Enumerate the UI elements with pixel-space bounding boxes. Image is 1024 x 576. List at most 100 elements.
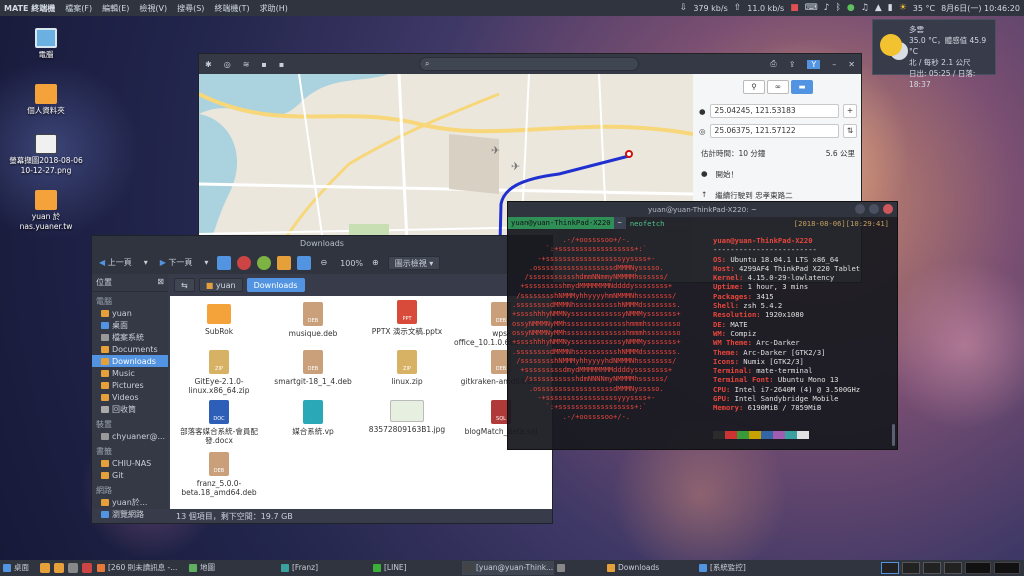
desktop-icon-screenshot[interactable]: 螢幕擷圖2018-08-06 10-12-27.png	[8, 134, 84, 176]
file-item[interactable]: DEB musique.deb	[266, 302, 360, 338]
home-icon[interactable]	[277, 256, 292, 270]
route-from-input[interactable]: 25.04245, 121.53183	[709, 104, 839, 118]
sidebar-item-music[interactable]: Music	[92, 367, 168, 379]
launcher-icon[interactable]	[54, 563, 64, 573]
cpu-monitor-graph[interactable]	[965, 562, 991, 574]
file-item[interactable]: DOC 部落客媒合系統-會員配發.docx	[172, 400, 266, 445]
route-step[interactable]: ● 開始！	[701, 169, 855, 180]
temperature-label[interactable]: 35 °C	[913, 4, 935, 13]
sidebar-item-downloads[interactable]: Downloads	[92, 355, 168, 367]
volume-icon[interactable]: ♪	[824, 3, 830, 13]
menu-search[interactable]: 搜尋(S)	[172, 3, 209, 14]
stop-icon[interactable]	[237, 256, 252, 270]
route-to-input[interactable]: 25.06375, 121.57122	[709, 124, 839, 138]
file-item[interactable]: 83572809163B1.jpg	[360, 400, 454, 434]
sidebar-item-device[interactable]: chyuaner@...	[92, 430, 168, 442]
sidebar-item-videos[interactable]: Videos	[92, 391, 168, 403]
forward-button[interactable]: ▶ 下一頁	[157, 256, 196, 270]
sidebar-item-documents[interactable]: Documents	[92, 343, 168, 355]
chat-icon[interactable]: ●	[847, 3, 855, 13]
sidebar-item-git[interactable]: Git	[92, 469, 168, 481]
minimize-button[interactable]	[855, 204, 865, 214]
add-waypoint-button[interactable]: +	[843, 104, 857, 118]
app-name-menu[interactable]: MATE 終端機	[0, 3, 60, 14]
clock[interactable]: 8月6日(一) 10:46:20	[941, 3, 1020, 14]
workspace-4[interactable]	[944, 562, 962, 574]
sidebar-item-filesystem[interactable]: 檔案系統	[92, 331, 168, 343]
back-dropdown-icon[interactable]: ▾	[141, 256, 151, 270]
task-terminal[interactable]: [yuan@yuan-Think...	[462, 561, 554, 575]
forward-dropdown-icon[interactable]: ▾	[201, 256, 211, 270]
app-indicator-icon[interactable]: ■	[790, 3, 799, 13]
network-icon[interactable]: ▲	[875, 3, 882, 13]
location-icon[interactable]: ◎	[224, 60, 231, 69]
sidebar-header[interactable]: 位置 ⊠	[92, 274, 168, 292]
layers-icon[interactable]: ≋	[243, 60, 250, 69]
menu-view[interactable]: 檢視(V)	[134, 3, 172, 14]
memory-monitor-graph[interactable]	[994, 562, 1020, 574]
bluetooth-icon[interactable]: ᛒ	[835, 3, 840, 13]
reload-icon[interactable]	[257, 256, 272, 270]
weather-icon[interactable]: ☀	[899, 3, 907, 13]
task-downloads[interactable]: Downloads	[604, 561, 696, 575]
route-toggle-icon[interactable]: Y	[807, 59, 821, 69]
zoom-out-icon[interactable]: ⊖	[317, 256, 330, 270]
sidebar-item-network-share[interactable]: yuan於...	[92, 496, 168, 508]
show-desktop-button[interactable]: 桌面	[0, 561, 38, 575]
file-item[interactable]: 媒合系統.vp	[266, 400, 360, 436]
menu-terminal[interactable]: 終端機(T)	[209, 3, 254, 14]
launcher-icon[interactable]	[82, 563, 92, 573]
map-search-input[interactable]: ⌕	[419, 57, 639, 71]
reverse-route-button[interactable]: ⇅	[843, 124, 857, 138]
workspace-3[interactable]	[923, 562, 941, 574]
sidebar-item-nas[interactable]: CHIU-NAS	[92, 457, 168, 469]
battery-icon[interactable]: ▮	[888, 3, 893, 13]
back-button[interactable]: ◀ 上一頁	[96, 256, 135, 270]
close-icon[interactable]: ✕	[848, 60, 855, 69]
launcher-icon[interactable]	[68, 563, 78, 573]
task-line[interactable]: [LINE]	[370, 561, 462, 575]
desktop-icon-network-share[interactable]: yuan 於 nas.yuaner.tw	[8, 190, 84, 232]
maximize-button[interactable]	[869, 204, 879, 214]
task-system-monitor[interactable]: [系統監控]	[696, 561, 788, 575]
share-icon[interactable]: ⇪	[789, 60, 796, 69]
desktop-icon-computer[interactable]: 電腦	[8, 28, 84, 60]
menu-edit[interactable]: 編輯(E)	[97, 3, 134, 14]
walk-mode-icon[interactable]: ⚲	[743, 80, 765, 94]
file-item[interactable]: PPT PPTX 演示文稿.pptx	[360, 300, 454, 336]
task-franz[interactable]: [Franz]	[278, 561, 370, 575]
sidebar-item-browse-network[interactable]: 瀏覽網路	[92, 508, 168, 520]
route-step[interactable]: ↑ 繼續行駛到 忠孝東路二	[701, 190, 855, 201]
toggle-path-button[interactable]: ⇆	[174, 278, 195, 292]
settings-icon[interactable]: ✱	[205, 60, 212, 69]
print-icon[interactable]: ⎙	[770, 59, 776, 69]
sidebar-item-trash[interactable]: 回收筒	[92, 403, 168, 415]
menu-file[interactable]: 檔案(F)	[60, 3, 97, 14]
workspace-1[interactable]	[881, 562, 899, 574]
menu-help[interactable]: 求助(H)	[255, 3, 293, 14]
minimize-icon[interactable]: –	[832, 60, 836, 69]
zoom-in-icon[interactable]: ⊕	[369, 256, 382, 270]
tiles-icon[interactable]: ▪	[261, 60, 266, 69]
file-item[interactable]: ZIP linux.zip	[360, 350, 454, 386]
bike-mode-icon[interactable]: ∞	[767, 80, 789, 94]
breadcrumb-downloads[interactable]: Downloads	[246, 278, 305, 292]
task-blank[interactable]	[554, 561, 604, 575]
up-icon[interactable]	[217, 256, 232, 270]
keyboard-icon[interactable]: ⌨	[805, 3, 818, 13]
close-button[interactable]	[883, 204, 893, 214]
workspace-2[interactable]	[902, 562, 920, 574]
breadcrumb-yuan[interactable]: ■ yuan	[198, 278, 243, 292]
file-item[interactable]: ZIP GitEye-2.1.0-linux.x86_64.zip	[172, 350, 266, 395]
favorites-icon[interactable]: ▪	[279, 60, 284, 69]
launcher-icon[interactable]	[40, 563, 50, 573]
view-mode-select[interactable]: 圖示檢視 ▾	[387, 256, 441, 270]
sidebar-item-desktop[interactable]: 桌面	[92, 319, 168, 331]
terminal-scrollbar[interactable]	[892, 424, 895, 446]
car-mode-icon[interactable]: ▬	[791, 80, 813, 94]
file-item[interactable]: SubRok	[172, 304, 266, 336]
computer-icon[interactable]	[297, 256, 312, 270]
desktop-icon-home[interactable]: 個人資料夾	[8, 84, 84, 116]
task-browser[interactable]: [260 則未讀訊息 -...	[94, 561, 186, 575]
task-maps[interactable]: 地圖	[186, 561, 278, 575]
